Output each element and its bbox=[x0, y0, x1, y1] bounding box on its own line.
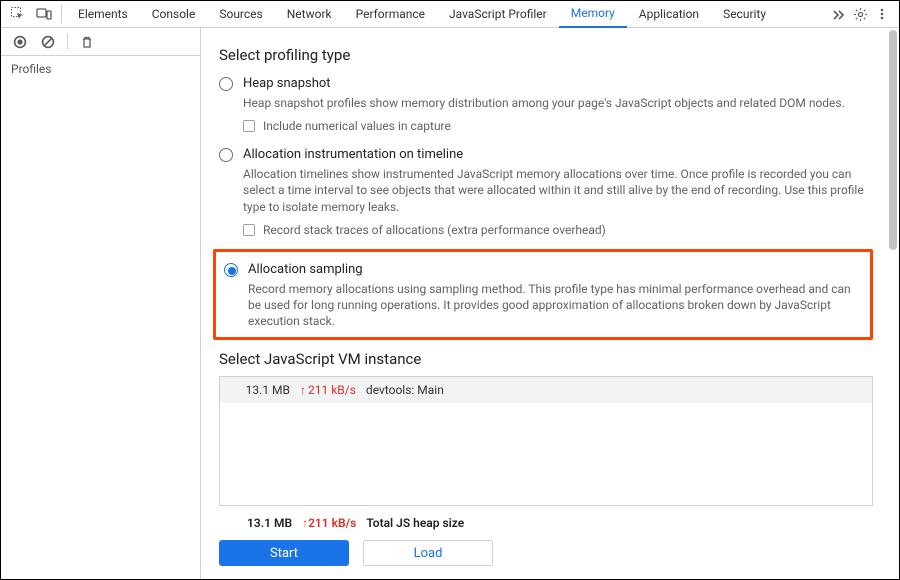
clear-icon[interactable] bbox=[39, 33, 57, 51]
summary-rate: ↑211 kB/s bbox=[302, 516, 356, 530]
vm-instance-heading: Select JavaScript VM instance bbox=[219, 350, 873, 368]
highlight-allocation-sampling: Allocation sampling Record memory alloca… bbox=[213, 249, 873, 341]
tab-js-profiler[interactable]: JavaScript Profiler bbox=[437, 1, 559, 28]
option-desc: Record memory allocations using sampling… bbox=[248, 281, 862, 330]
vm-rate-value: 211 kB/s bbox=[308, 383, 356, 397]
more-tabs-icon[interactable] bbox=[827, 1, 849, 27]
radio-allocation-sampling[interactable] bbox=[224, 263, 238, 277]
subopt-include-numerical[interactable]: Include numerical values in capture bbox=[243, 119, 873, 133]
vm-instance-row[interactable]: 13.1 MB ↑ 211 kB/s devtools: Main bbox=[220, 377, 872, 403]
subopt-label: Include numerical values in capture bbox=[263, 119, 451, 133]
scrollbar[interactable] bbox=[887, 30, 897, 577]
load-button[interactable]: Load bbox=[363, 540, 493, 566]
radio-allocation-timeline[interactable] bbox=[219, 148, 233, 162]
sidebar-toolbar bbox=[1, 28, 200, 56]
device-toolbar-icon[interactable] bbox=[31, 1, 57, 27]
option-heap-snapshot[interactable]: Heap snapshot Heap snapshot profiles sho… bbox=[219, 72, 873, 143]
sidebar-section-profiles: Profiles bbox=[1, 56, 200, 82]
tab-performance[interactable]: Performance bbox=[344, 1, 437, 28]
vm-rate: ↑ 211 kB/s bbox=[300, 383, 356, 397]
option-title: Allocation sampling bbox=[248, 262, 862, 277]
gear-icon[interactable] bbox=[849, 1, 871, 27]
radio-heap-snapshot[interactable] bbox=[219, 77, 233, 91]
option-allocation-timeline[interactable]: Allocation instrumentation on timeline A… bbox=[219, 143, 873, 247]
profiles-sidebar: Profiles bbox=[1, 28, 201, 579]
trash-icon[interactable] bbox=[78, 33, 96, 51]
tab-security[interactable]: Security bbox=[711, 1, 778, 28]
profiling-type-heading: Select profiling type bbox=[219, 46, 873, 64]
summary-label: Total JS heap size bbox=[366, 516, 464, 530]
tab-network[interactable]: Network bbox=[275, 1, 344, 28]
tab-sources[interactable]: Sources bbox=[207, 1, 274, 28]
heap-summary-row: 13.1 MB ↑211 kB/s Total JS heap size bbox=[219, 506, 873, 536]
vm-name: devtools: Main bbox=[366, 383, 444, 397]
checkbox-include-numerical[interactable] bbox=[243, 120, 255, 132]
start-button[interactable]: Start bbox=[219, 540, 349, 566]
option-title: Heap snapshot bbox=[243, 76, 873, 91]
vm-size: 13.1 MB bbox=[230, 383, 290, 397]
divider bbox=[67, 34, 68, 50]
summary-size: 13.1 MB bbox=[247, 516, 292, 530]
kebab-menu-icon[interactable] bbox=[871, 1, 893, 27]
inspect-element-icon[interactable] bbox=[5, 1, 31, 27]
tab-console[interactable]: Console bbox=[140, 1, 208, 28]
memory-panel-content: Select profiling type Heap snapshot Heap… bbox=[201, 28, 899, 579]
tab-elements[interactable]: Elements bbox=[66, 1, 140, 28]
tab-memory[interactable]: Memory bbox=[559, 1, 627, 28]
checkbox-record-stack-traces[interactable] bbox=[243, 224, 255, 236]
scrollbar-thumb[interactable] bbox=[889, 30, 897, 250]
tab-application[interactable]: Application bbox=[627, 1, 711, 28]
option-title: Allocation instrumentation on timeline bbox=[243, 147, 873, 162]
action-buttons: Start Load bbox=[219, 536, 873, 576]
arrow-up-icon: ↑ bbox=[300, 383, 306, 397]
option-allocation-sampling[interactable]: Allocation sampling Record memory alloca… bbox=[224, 258, 862, 332]
summary-rate-value: 211 kB/s bbox=[308, 516, 356, 530]
record-icon[interactable] bbox=[11, 33, 29, 51]
vm-instance-list: 13.1 MB ↑ 211 kB/s devtools: Main bbox=[219, 376, 873, 506]
option-desc: Heap snapshot profiles show memory distr… bbox=[243, 95, 873, 111]
divider bbox=[61, 5, 62, 23]
subopt-record-stack-traces[interactable]: Record stack traces of allocations (extr… bbox=[243, 223, 873, 237]
devtools-tabstrip: Elements Console Sources Network Perform… bbox=[1, 1, 899, 28]
option-desc: Allocation timelines show instrumented J… bbox=[243, 166, 873, 215]
subopt-label: Record stack traces of allocations (extr… bbox=[263, 223, 606, 237]
